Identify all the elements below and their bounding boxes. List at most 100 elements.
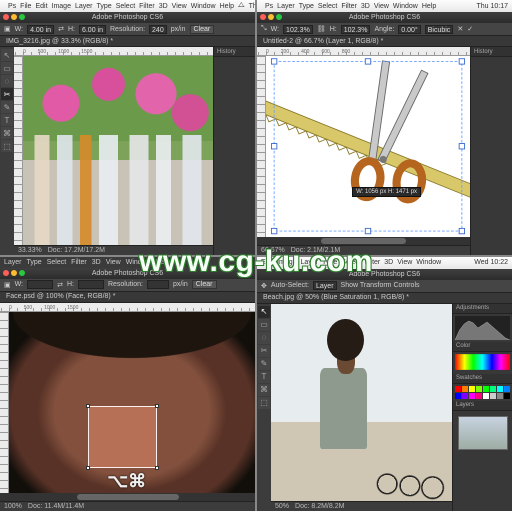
ps-menu-window[interactable]: Window <box>416 259 441 266</box>
mac-menu-image[interactable]: Image <box>52 3 71 10</box>
tools-panel[interactable]: ↖ ▭ ◌ ✂ ✎ T ⌘ ⬚ <box>257 304 271 511</box>
color-ramp[interactable] <box>455 354 510 370</box>
cancel-icon[interactable]: ✕ <box>457 25 463 33</box>
ps-menu-edit[interactable]: Edit <box>261 259 273 266</box>
swatch[interactable] <box>490 393 496 399</box>
swatch[interactable] <box>490 386 496 392</box>
swatch[interactable] <box>462 386 468 392</box>
panels-dock[interactable]: History <box>213 47 255 255</box>
mac-menu-layer[interactable]: Layer <box>277 3 295 10</box>
clock[interactable]: Thu 10:17 <box>476 3 508 10</box>
angle-field[interactable]: 0.00° <box>398 25 420 34</box>
panel-adjustments-tab[interactable]: Adjustments <box>453 304 512 314</box>
doc-info[interactable]: Doc: 11.4M/11.4M <box>28 503 84 510</box>
scroll-thumb[interactable] <box>77 494 179 500</box>
tools-panel[interactable]: ↖ ▭ ◌ ✂ ✎ T ⌘ ⬚ <box>0 47 14 255</box>
hand-tool[interactable]: ⌘ <box>258 384 270 396</box>
width-field[interactable]: 4.00 in <box>27 25 54 34</box>
zoom-level[interactable]: 100% <box>4 503 22 510</box>
crop-tool[interactable]: ✂ <box>258 345 270 357</box>
close-icon[interactable] <box>260 14 266 20</box>
mac-menu-select[interactable]: Select <box>116 3 135 10</box>
mac-menu-select[interactable]: Select <box>318 3 337 10</box>
zoom-icon[interactable] <box>276 14 282 20</box>
mac-menubar[interactable]: Edit Image Layer Type Select Filter 3D V… <box>257 257 512 269</box>
type-tool[interactable]: T <box>258 371 270 383</box>
width-field[interactable] <box>27 280 53 289</box>
lasso-tool[interactable]: ◌ <box>258 332 270 344</box>
app-titlebar[interactable]: Adobe Photoshop CS6 <box>0 268 255 279</box>
swatch[interactable] <box>476 393 482 399</box>
mac-menu-window[interactable]: Window <box>191 3 216 10</box>
mac-menu-type[interactable]: Type <box>299 3 314 10</box>
show-transform-label[interactable]: Show Transform Controls <box>341 282 420 289</box>
window-controls[interactable] <box>3 14 25 20</box>
lasso-tool[interactable]: ◌ <box>1 75 13 87</box>
brush-tool[interactable]: ✎ <box>258 358 270 370</box>
scroll-thumb[interactable] <box>321 238 406 244</box>
document-tab[interactable]: Face.psd @ 100% (Face, RGB/8) * <box>0 292 255 303</box>
zoom-tool[interactable]: ⬚ <box>1 140 13 152</box>
swap-icon[interactable]: ⇄ <box>57 281 63 289</box>
options-bar[interactable]: ⤡ W: 102.3% ⛓ H: 102.3% Angle: 0.00° Bic… <box>257 23 512 36</box>
window-controls[interactable] <box>3 270 25 276</box>
mac-menu-help[interactable]: Help <box>422 3 436 10</box>
resolution-field[interactable]: 240 <box>149 25 167 34</box>
ps-menu-3d[interactable]: 3D <box>92 259 101 266</box>
ruler-vertical[interactable] <box>257 56 266 237</box>
minimize-icon[interactable] <box>11 14 17 20</box>
crop-marquee[interactable] <box>88 406 157 468</box>
document-tab[interactable]: IMG_3216.jpg @ 33.3% (RGB/8) * <box>0 36 255 47</box>
scrollbar-horizontal[interactable] <box>0 493 255 501</box>
swatch[interactable] <box>483 386 489 392</box>
wifi-icon[interactable]: ⧍ <box>238 2 245 10</box>
canvas[interactable]: W: 1056 px H: 1471 px <box>266 56 470 237</box>
auto-select-target[interactable]: Layer <box>313 281 337 290</box>
mac-menu-3d[interactable]: 3D <box>361 3 370 10</box>
marquee-tool[interactable]: ▭ <box>1 62 13 74</box>
options-bar[interactable]: ▣ W: 4.00 in ⇄ H: 6.00 in Resolution: 24… <box>0 23 255 36</box>
resolution-field[interactable] <box>147 280 169 289</box>
document-tab[interactable]: Beach.jpg @ 50% (Blue Saturation 1, RGB/… <box>257 293 512 304</box>
swap-icon[interactable]: ⇄ <box>58 25 64 33</box>
app-titlebar[interactable]: Adobe Photoshop CS6 <box>257 269 512 280</box>
zoom-icon[interactable] <box>19 270 25 276</box>
swatch[interactable] <box>476 386 482 392</box>
layers-body[interactable] <box>453 411 512 511</box>
ruler-horizontal[interactable]: 0 500 1000 1500 <box>14 47 213 56</box>
swatch[interactable] <box>455 393 461 399</box>
ps-menu-view[interactable]: View <box>397 259 412 266</box>
link-icon[interactable]: ⛓ <box>317 25 326 33</box>
ps-menu-type[interactable]: Type <box>27 259 42 266</box>
zoom-icon[interactable] <box>19 14 25 20</box>
swatch[interactable] <box>455 386 461 392</box>
panel-color-tab[interactable]: Color <box>453 342 512 352</box>
mac-menu-view[interactable]: View <box>374 3 389 10</box>
swatch[interactable] <box>469 386 475 392</box>
commit-icon[interactable]: ✓ <box>467 25 473 33</box>
document-tab[interactable]: Untitled-2 @ 66.7% (Layer 1, RGB/8) * <box>257 36 512 47</box>
crop-icon[interactable]: ▣ <box>4 281 11 289</box>
height-field[interactable] <box>78 280 104 289</box>
ps-menu-window[interactable]: Window <box>126 259 151 266</box>
swatch[interactable] <box>469 393 475 399</box>
scrollbar-horizontal[interactable] <box>257 237 470 245</box>
canvas[interactable] <box>23 56 213 245</box>
ps-menu-view[interactable]: View <box>106 259 121 266</box>
swatch[interactable] <box>462 393 468 399</box>
crop-handle[interactable] <box>155 466 159 470</box>
clock[interactable]: Thu 10:17 <box>249 3 255 10</box>
brush-tool[interactable]: ✎ <box>1 101 13 113</box>
swatch[interactable] <box>497 386 503 392</box>
mac-menu-help[interactable]: Help <box>220 3 234 10</box>
ruler-vertical[interactable] <box>14 56 23 245</box>
swatch[interactable] <box>504 393 510 399</box>
mac-menu-view[interactable]: View <box>172 3 187 10</box>
swatch[interactable] <box>497 393 503 399</box>
swatches-grid[interactable] <box>455 386 510 399</box>
ps-menu-image[interactable]: Image <box>277 259 296 266</box>
panel-history-body[interactable] <box>471 57 512 255</box>
ps-app-label[interactable]: Ps <box>265 3 273 10</box>
mac-menu-type[interactable]: Type <box>97 3 112 10</box>
marquee-tool[interactable]: ▭ <box>258 319 270 331</box>
